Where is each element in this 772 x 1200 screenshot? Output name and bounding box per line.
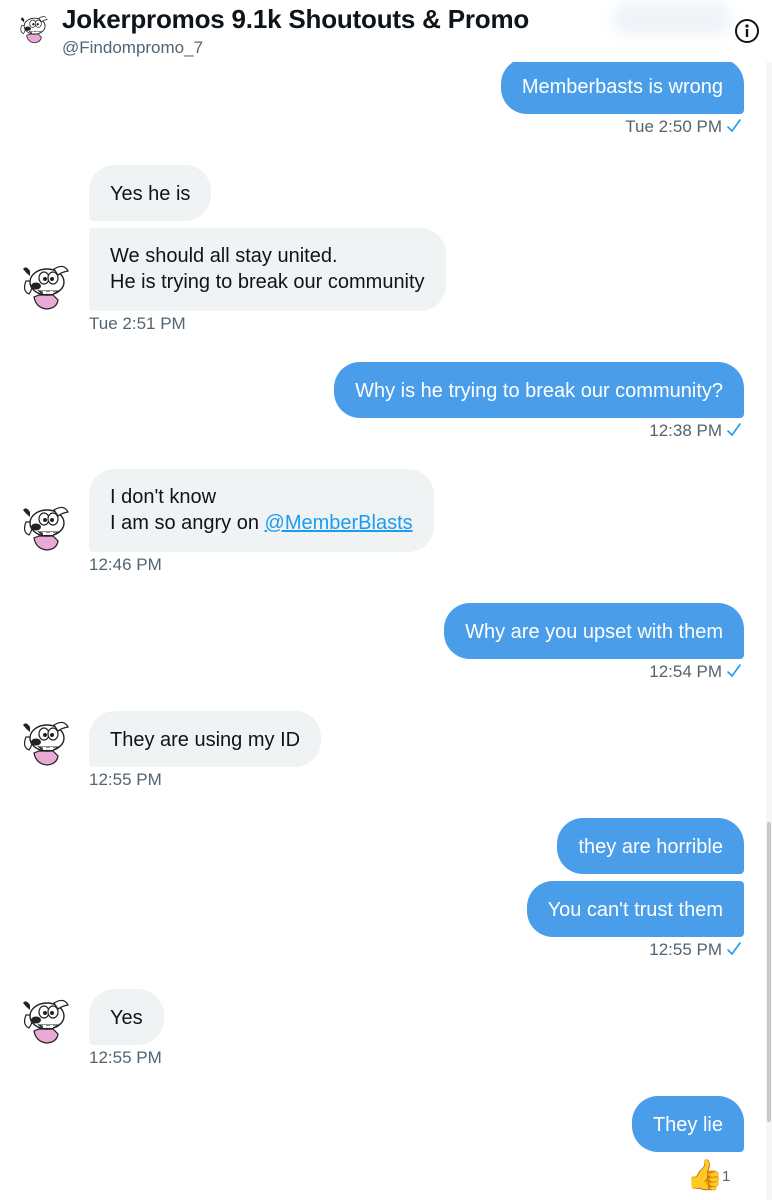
thumbs-up-reaction-icon[interactable]: 👍 xyxy=(686,1158,723,1193)
message-incoming[interactable]: I don't know I am so angry on @MemberBla… xyxy=(89,469,434,552)
message-outgoing[interactable]: Memberbasts is wrong xyxy=(500,58,744,114)
message-incoming[interactable]: We should all stay united. He is trying … xyxy=(89,228,446,311)
checkmark-icon xyxy=(726,422,742,438)
message-timestamp: Tue 2:51 PM xyxy=(89,314,186,333)
message-timestamp: 12:55 PM xyxy=(89,1048,162,1067)
message-text: They lie xyxy=(652,1114,723,1136)
message-line: I am so angry on @MemberBlasts xyxy=(110,512,413,534)
conversation-handle[interactable]: @Findompromo_7 xyxy=(62,38,203,58)
scrollbar-thumb[interactable] xyxy=(767,822,771,1122)
message-incoming[interactable]: Yes xyxy=(89,989,164,1045)
message-timestamp: 12:38 PM xyxy=(649,421,742,441)
message-outgoing[interactable]: Why are you upset with them xyxy=(444,603,744,659)
message-text: Why is he trying to break our community? xyxy=(355,380,723,402)
message-text: Yes he is xyxy=(110,183,191,205)
conversation-header: Jokerpromos 9.1k Shoutouts & Promo @Find… xyxy=(0,0,772,62)
info-icon[interactable] xyxy=(734,18,760,44)
message-timestamp: 12:54 PM xyxy=(649,662,742,682)
message-timestamp: 12:55 PM xyxy=(649,940,742,960)
checkmark-icon xyxy=(726,941,742,957)
message-outgoing[interactable]: Why is he trying to break our community? xyxy=(334,362,744,418)
message-incoming[interactable]: Yes he is xyxy=(89,165,212,221)
message-text: They are using my ID xyxy=(110,729,301,751)
faded-message-preview xyxy=(612,2,732,36)
message-line: We should all stay united. xyxy=(110,245,338,267)
message-text: they are horrible xyxy=(578,836,723,858)
message-text: Memberbasts is wrong xyxy=(521,76,723,98)
checkmark-icon xyxy=(726,663,742,679)
message-line: He is trying to break our community xyxy=(110,271,425,293)
message-timestamp: 12:55 PM xyxy=(89,770,162,789)
message-timestamp: Tue 2:50 PM xyxy=(625,117,742,137)
header-avatar[interactable] xyxy=(18,12,50,44)
message-text: Why are you upset with them xyxy=(465,621,723,643)
conversation-title[interactable]: Jokerpromos 9.1k Shoutouts & Promo xyxy=(62,4,529,35)
reaction-count: 1 xyxy=(722,1168,731,1185)
message-text: Yes xyxy=(110,1007,143,1029)
sender-avatar[interactable] xyxy=(20,993,72,1045)
cartoon-dog-icon xyxy=(18,12,50,44)
message-line: I don't know xyxy=(110,486,217,508)
message-outgoing[interactable]: they are horrible xyxy=(557,818,744,874)
checkmark-icon xyxy=(726,118,742,134)
message-outgoing[interactable]: You can't trust them xyxy=(526,881,744,937)
sender-avatar[interactable] xyxy=(20,259,72,311)
message-text: You can't trust them xyxy=(547,899,723,921)
sender-avatar[interactable] xyxy=(20,715,72,767)
message-incoming[interactable]: They are using my ID xyxy=(89,711,322,767)
mention-link[interactable]: @MemberBlasts xyxy=(265,512,413,534)
message-timestamp: 12:46 PM xyxy=(89,555,162,574)
sender-avatar[interactable] xyxy=(20,500,72,552)
message-outgoing[interactable]: They lie xyxy=(631,1096,744,1152)
